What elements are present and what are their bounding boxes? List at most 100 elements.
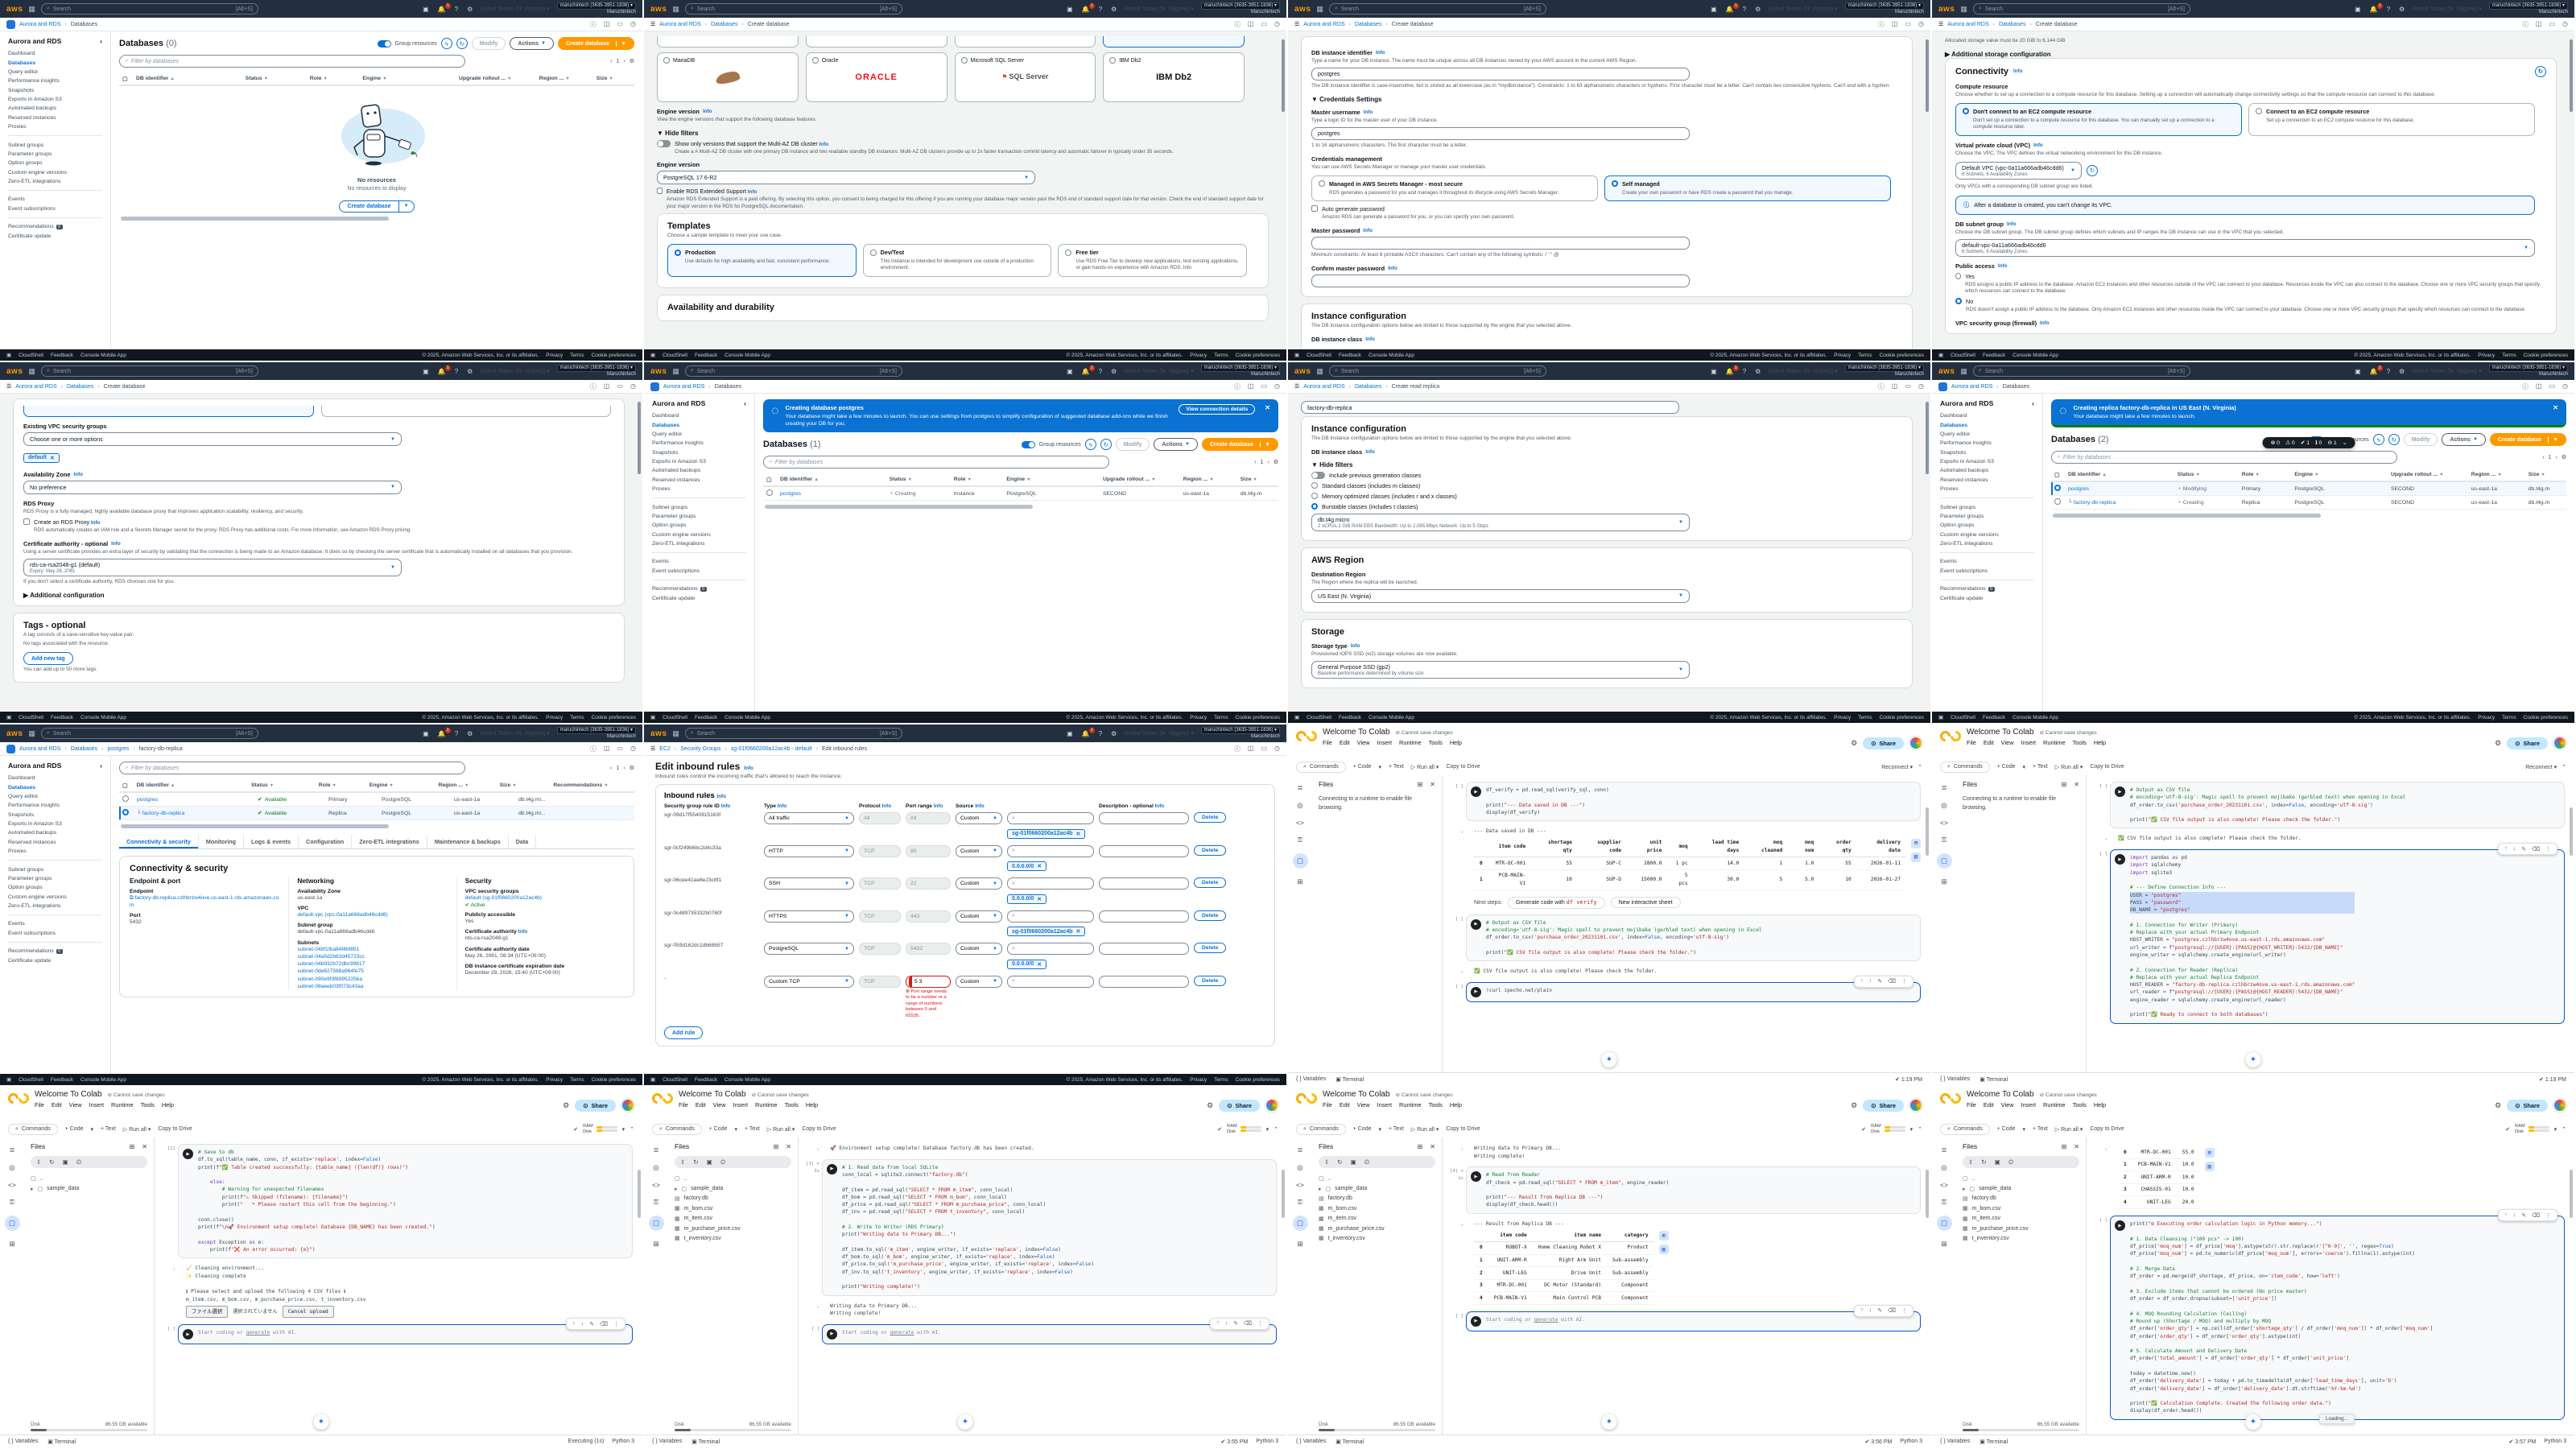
file-item-x[interactable]: ▢.. bbox=[1319, 1174, 1435, 1183]
toggle-switch[interactable] bbox=[1311, 472, 1325, 479]
cloudshell-icon[interactable]: ▣ bbox=[421, 368, 431, 375]
account-id-chip[interactable]: maruchintech (3635-3951-1836) ▾ bbox=[557, 727, 636, 735]
feedback-icon[interactable]: ▭ bbox=[617, 382, 623, 391]
close-icon[interactable]: ✕ bbox=[142, 1143, 147, 1150]
terminal-button[interactable]: ▣ Terminal bbox=[1335, 1439, 1364, 1445]
text-input-empty[interactable] bbox=[1311, 275, 1690, 287]
menu-icon[interactable]: ☰ bbox=[650, 21, 655, 27]
file-item-m-purchase-price-csv[interactable]: ▦m_purchase_price.csv bbox=[1319, 1224, 1435, 1233]
sidebar-item-exports-in-amazon-s3[interactable]: Exports in Amazon S3 bbox=[0, 819, 110, 828]
more-icon[interactable]: ⋮ bbox=[1901, 1307, 1907, 1314]
close-icon[interactable]: ✕ bbox=[786, 1143, 791, 1150]
hide-icon[interactable]: ∅ bbox=[1364, 1158, 1370, 1166]
tab-monitoring[interactable]: Monitoring bbox=[199, 835, 244, 848]
copy-to-drive-button[interactable]: Copy to Drive bbox=[1446, 1126, 1480, 1132]
sidebar-item-certificate-update[interactable]: Certificate update bbox=[644, 593, 754, 602]
column-header-status[interactable]: Status▼ bbox=[2174, 470, 2239, 479]
run-cell-button[interactable]: ▶ bbox=[2115, 1220, 2125, 1231]
history-icon[interactable]: ◷ bbox=[1274, 745, 1280, 753]
account-id-chip[interactable]: maruchintech (3635-3951-1836) ▾ bbox=[1201, 2, 1280, 10]
terminal-button[interactable]: ▣ Terminal bbox=[691, 1439, 720, 1445]
subnet-link[interactable]: subnet-090e9f3f8995225ba bbox=[297, 976, 448, 983]
disclosure-hide-filters[interactable]: ▼ Hide filters bbox=[1311, 461, 1902, 469]
footer-mobile-app[interactable]: Console Mobile App bbox=[80, 1077, 126, 1083]
file-item-sample-data[interactable]: ▸▢sample_data bbox=[1319, 1183, 1435, 1193]
info-icon[interactable]: ⓘ bbox=[2522, 20, 2529, 29]
refresh-icon-button[interactable]: ↻ bbox=[2535, 66, 2546, 77]
actions-button[interactable]: Actions ▼ bbox=[2442, 433, 2486, 446]
checkbox-create-an-rds-proxy[interactable]: Create an RDS Proxy InfoRDS automaticall… bbox=[23, 518, 614, 534]
run-cell-button[interactable]: ▶ bbox=[1471, 1316, 1481, 1327]
breadcrumb-databases[interactable]: Databases bbox=[1355, 384, 1381, 390]
disclosure-additional-storage-configuration[interactable]: ▶ Additional storage configuration bbox=[1945, 51, 2557, 58]
filter-databases-input[interactable]: ⌕Filter by databases bbox=[763, 456, 1109, 469]
run-all-button[interactable]: ▷ Run all ▾ bbox=[2055, 1126, 2083, 1133]
file-item-factory-db[interactable]: ▤factory.db bbox=[1963, 1194, 2079, 1203]
button-add-new-tag[interactable]: Add new tag bbox=[23, 652, 73, 665]
file-item-factory-db[interactable]: ▤factory.db bbox=[675, 1194, 791, 1203]
subnet-link[interactable]: subnet-0de627588a964fe75 bbox=[297, 968, 448, 975]
cloudshell-icon[interactable]: ▣ bbox=[650, 714, 655, 720]
chart-suggestion-icon[interactable]: ▥ bbox=[1911, 852, 1921, 862]
file-item-factory-db[interactable]: ▤factory.db bbox=[1319, 1194, 1435, 1203]
terminal-button[interactable]: ▣ Terminal bbox=[1979, 1439, 2008, 1445]
global-search-input[interactable]: ⌕Search[Alt+S] bbox=[41, 365, 258, 377]
variables-button[interactable]: { } Variables bbox=[1296, 1439, 1326, 1444]
info-link[interactable]: Info bbox=[2040, 320, 2050, 326]
page-number[interactable]: 1 bbox=[616, 766, 619, 771]
global-search-input[interactable]: ⌕Search[Alt+S] bbox=[685, 728, 902, 739]
terminal-button[interactable]: ▣ Terminal bbox=[47, 1439, 76, 1445]
select-default-vpc-vpc-0a11a666adb46cdd6[interactable]: Default VPC (vpc-0a11a666adb46cdd6)6 Sub… bbox=[1955, 162, 2082, 180]
delete-rule-button[interactable]: Delete bbox=[1194, 812, 1226, 823]
info-link[interactable]: Info bbox=[2013, 68, 2023, 74]
sidebar-item-exports-in-amazon-s3[interactable]: Exports in Amazon S3 bbox=[1932, 457, 2042, 466]
variables-button[interactable]: { } Variables bbox=[1296, 1076, 1326, 1082]
sidebar-item-automated-backups[interactable]: Automated backups bbox=[1932, 466, 2042, 475]
add-code-button[interactable]: + Code bbox=[1353, 764, 1372, 770]
breadcrumb-aurora-and-rds[interactable]: Aurora and RDS bbox=[1303, 22, 1344, 27]
share-button[interactable]: ⊙Share bbox=[1863, 737, 1904, 749]
hide-icon[interactable]: ∅ bbox=[2008, 1158, 2014, 1166]
run-cell-button[interactable]: ▶ bbox=[1471, 919, 1481, 930]
footer-cloudshell[interactable]: CloudShell bbox=[1951, 715, 1975, 720]
column-header-region[interactable]: Region ...▼ bbox=[536, 74, 593, 83]
ram-disk-meter[interactable]: RAMDisk bbox=[1227, 1124, 1261, 1134]
split-caret-icon[interactable]: ▼ bbox=[399, 200, 415, 213]
delete-icon[interactable]: ⌫ bbox=[1888, 1307, 1896, 1314]
column-header-role[interactable]: Role▼ bbox=[951, 475, 1004, 484]
remove-chip-icon[interactable]: ✕ bbox=[1037, 863, 1042, 869]
history-icon[interactable]: ◷ bbox=[2562, 20, 2568, 29]
global-search-input[interactable]: ⌕Search[Alt+S] bbox=[1329, 365, 1546, 377]
prev-page-icon[interactable]: ‹ bbox=[610, 59, 612, 64]
menu-runtime[interactable]: Runtime bbox=[2043, 1101, 2066, 1108]
edit-icon[interactable]: ✎ bbox=[2521, 1212, 2526, 1219]
sidebar-item-recommendations[interactable]: Recommendations0 bbox=[1932, 584, 2042, 593]
more-icon[interactable]: ⋮ bbox=[2545, 1212, 2551, 1219]
sidebar-item-performance-insights[interactable]: Performance insights bbox=[0, 76, 110, 85]
filter-databases-input[interactable]: ⌕Filter by databases bbox=[2051, 451, 2397, 464]
notebook-title[interactable]: Welcome To Colab bbox=[35, 1090, 102, 1099]
footer-feedback[interactable]: Feedback bbox=[51, 353, 73, 358]
page-number[interactable]: 1 bbox=[616, 59, 619, 64]
footer-cookie-prefs[interactable]: Cookie preferences bbox=[1880, 715, 1924, 720]
field-value[interactable]: default (sg-01f0660200a12ac4b) bbox=[465, 894, 616, 902]
column-header-role[interactable]: Role▼ bbox=[316, 781, 366, 790]
code-snippets-icon[interactable]: <> bbox=[652, 1181, 660, 1189]
source-search-input[interactable]: ⌕ bbox=[1007, 845, 1094, 857]
table-icon[interactable]: ⊞ bbox=[1297, 877, 1302, 886]
settings-gear-icon[interactable]: ⚙ bbox=[1109, 368, 1118, 375]
variables-button[interactable]: { } Variables bbox=[652, 1439, 682, 1444]
sidebar-item-databases[interactable]: Databases bbox=[0, 782, 110, 791]
menu-edit[interactable]: Edit bbox=[1984, 739, 1994, 746]
settings-gear-icon[interactable]: ⚙ bbox=[1207, 1101, 1213, 1110]
vertical-scrollbar[interactable] bbox=[1282, 39, 1285, 112]
radio-option-yes[interactable]: YesRDS assigns a public IP address to th… bbox=[1955, 273, 2546, 295]
vertical-scrollbar[interactable] bbox=[1926, 39, 1929, 112]
engine-card-mariadb[interactable]: MariaDB bbox=[657, 52, 799, 102]
region-selector[interactable]: United States (N. Virginia) ▾ bbox=[480, 6, 549, 12]
footer-mobile-app[interactable]: Console Mobile App bbox=[724, 353, 770, 358]
feedback-icon[interactable]: ▭ bbox=[1905, 20, 1911, 29]
menu-help[interactable]: Help bbox=[162, 1101, 174, 1108]
engine-card-partial[interactable] bbox=[1103, 36, 1245, 47]
more-icon[interactable]: ⋮ bbox=[1901, 978, 1907, 985]
